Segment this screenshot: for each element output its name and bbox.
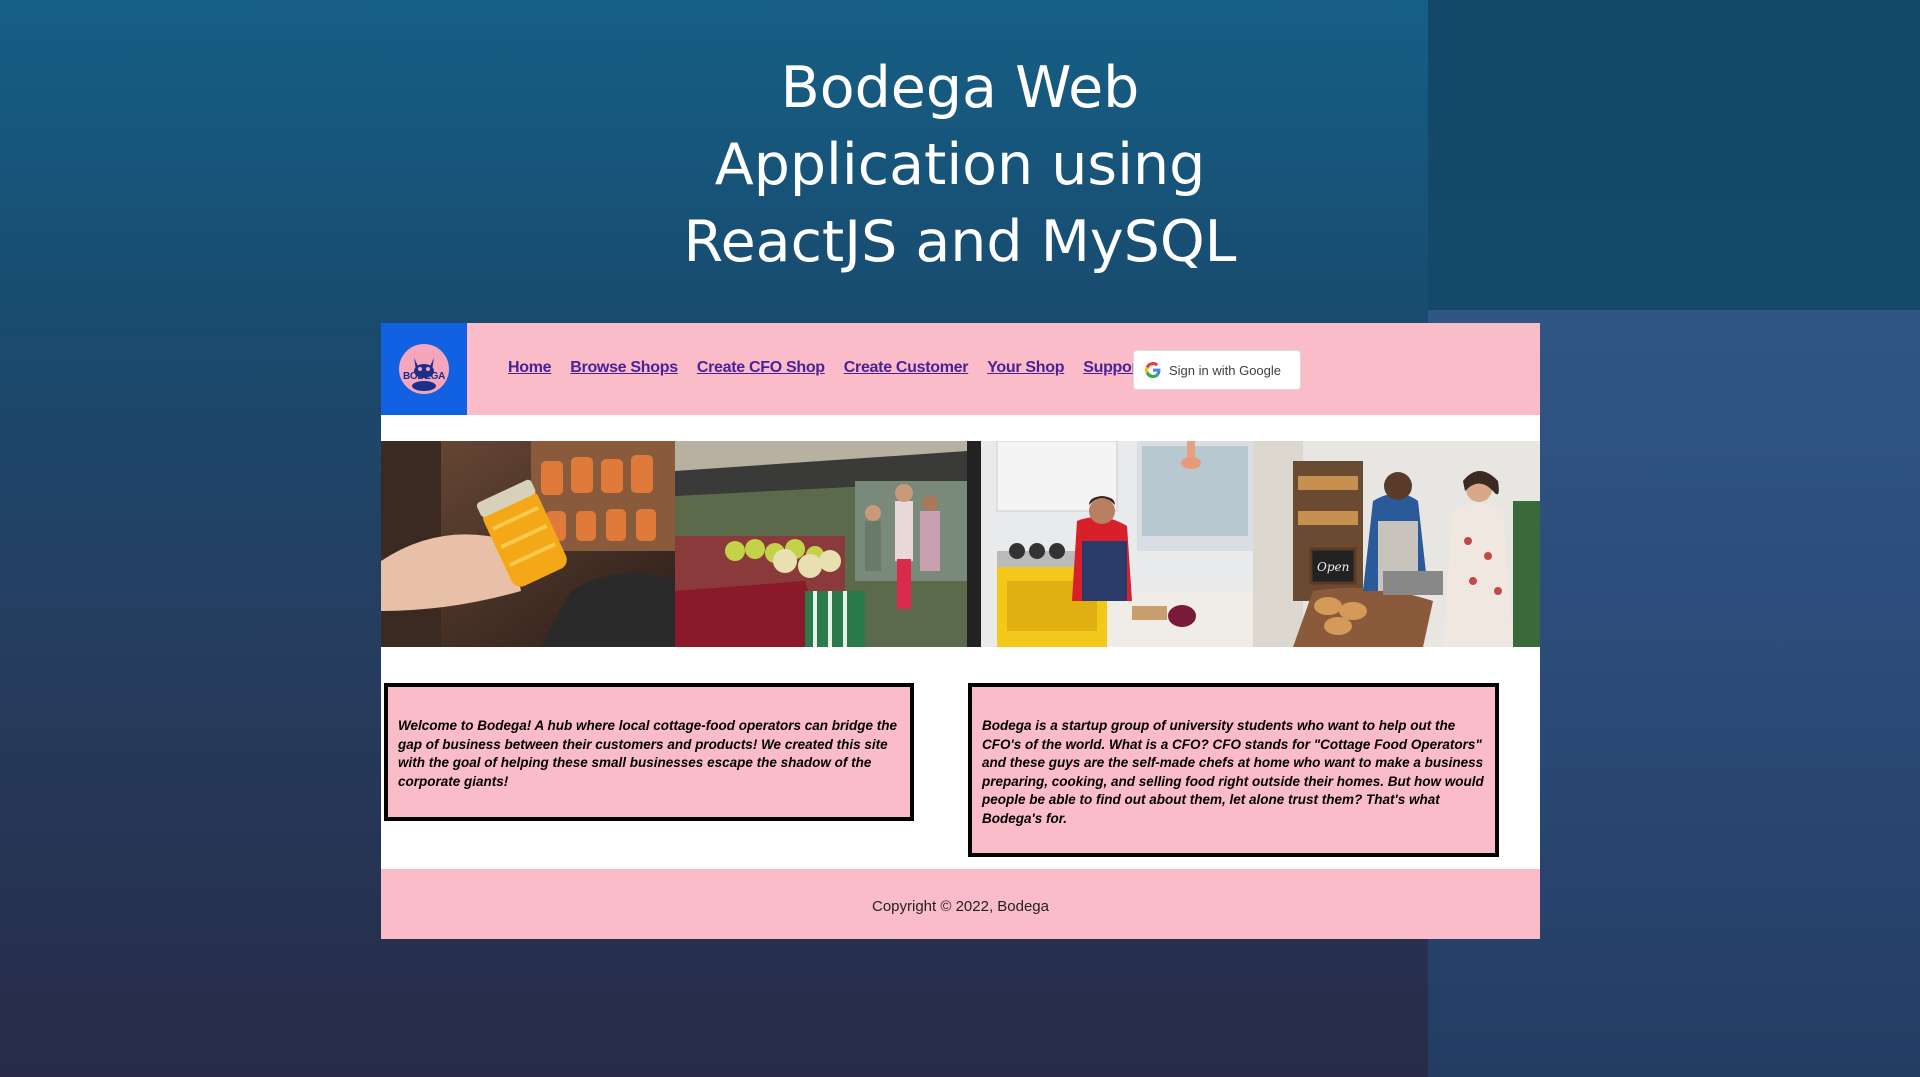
navbar: BODEGA Home Browse Shops Create CFO Shop… <box>381 323 1540 415</box>
logo[interactable]: BODEGA <box>381 323 467 415</box>
honey-jar-image <box>381 441 675 647</box>
farmers-market-image <box>675 441 967 647</box>
kitchen-image <box>967 441 1253 647</box>
footer: Copyright © 2022, Bodega <box>381 869 1540 939</box>
nav-create-cfo-shop[interactable]: Create CFO Shop <box>697 359 825 377</box>
slide-title-line: Application using <box>714 132 1206 198</box>
bakery-shop-image: Open <box>1253 441 1540 647</box>
copyright-text: Copyright © 2022, Bodega <box>871 897 1049 915</box>
nav-home[interactable]: Home <box>508 359 552 377</box>
slide-accent-top <box>1428 0 1920 310</box>
cat-logo-icon: BODEGA <box>399 344 449 394</box>
hero-banner: Open <box>381 441 1540 647</box>
google-sign-in-button[interactable]: Sign in with Google <box>1133 350 1301 390</box>
google-button-label: Sign in with Google <box>1169 362 1282 378</box>
intro-text-box: Welcome to Bodega! A hub where local cot… <box>384 683 914 821</box>
nav-your-shop[interactable]: Your Shop <box>987 359 1064 377</box>
about-text-box: Bodega is a startup group of university … <box>968 683 1499 857</box>
svg-text:Open: Open <box>1317 560 1349 574</box>
logo-text: BODEGA <box>402 371 446 382</box>
nav-links: Home Browse Shops Create CFO Shop Create… <box>508 359 1143 377</box>
nav-create-customer[interactable]: Create Customer <box>844 359 969 377</box>
slide-title-line: Bodega Web <box>780 55 1140 121</box>
slide-title: Bodega Web Application using ReactJS and… <box>560 50 1360 281</box>
nav-browse-shops[interactable]: Browse Shops <box>570 359 678 377</box>
google-icon <box>1145 362 1161 378</box>
slide-title-line: ReactJS and MySQL <box>683 209 1237 275</box>
app-screenshot: BODEGA Home Browse Shops Create CFO Shop… <box>381 323 1540 939</box>
